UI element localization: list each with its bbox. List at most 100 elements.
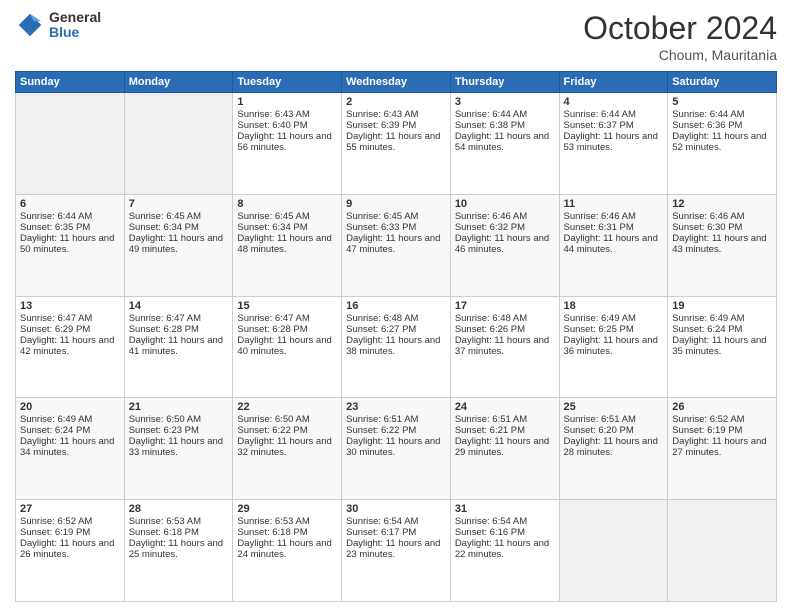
logo-blue-text: Blue	[49, 25, 101, 40]
daylight-text: Daylight: 11 hours and 56 minutes.	[237, 131, 337, 153]
day-number: 17	[455, 300, 555, 312]
calendar-cell: 31Sunrise: 6:54 AMSunset: 6:16 PMDayligh…	[450, 500, 559, 602]
sunrise-text: Sunrise: 6:46 AM	[455, 211, 555, 222]
sunrise-text: Sunrise: 6:45 AM	[129, 211, 229, 222]
daylight-text: Daylight: 11 hours and 30 minutes.	[346, 436, 446, 458]
sunrise-text: Sunrise: 6:49 AM	[20, 414, 120, 425]
daylight-text: Daylight: 11 hours and 35 minutes.	[672, 335, 772, 357]
sunset-text: Sunset: 6:30 PM	[672, 222, 772, 233]
calendar-cell	[668, 500, 777, 602]
sunrise-text: Sunrise: 6:50 AM	[237, 414, 337, 425]
sunset-text: Sunset: 6:33 PM	[346, 222, 446, 233]
calendar-cell: 8Sunrise: 6:45 AMSunset: 6:34 PMDaylight…	[233, 194, 342, 296]
sunset-text: Sunset: 6:32 PM	[455, 222, 555, 233]
sunset-text: Sunset: 6:31 PM	[564, 222, 664, 233]
logo-general-text: General	[49, 10, 101, 25]
day-number: 5	[672, 96, 772, 108]
sunset-text: Sunset: 6:21 PM	[455, 425, 555, 436]
calendar-cell: 9Sunrise: 6:45 AMSunset: 6:33 PMDaylight…	[342, 194, 451, 296]
calendar-cell: 26Sunrise: 6:52 AMSunset: 6:19 PMDayligh…	[668, 398, 777, 500]
day-number: 29	[237, 503, 337, 515]
daylight-text: Daylight: 11 hours and 37 minutes.	[455, 335, 555, 357]
daylight-text: Daylight: 11 hours and 44 minutes.	[564, 233, 664, 255]
calendar-cell: 18Sunrise: 6:49 AMSunset: 6:25 PMDayligh…	[559, 296, 668, 398]
calendar-cell: 23Sunrise: 6:51 AMSunset: 6:22 PMDayligh…	[342, 398, 451, 500]
calendar-cell: 19Sunrise: 6:49 AMSunset: 6:24 PMDayligh…	[668, 296, 777, 398]
sunrise-text: Sunrise: 6:52 AM	[20, 516, 120, 527]
location: Choum, Mauritania	[583, 47, 777, 63]
daylight-text: Daylight: 11 hours and 49 minutes.	[129, 233, 229, 255]
calendar-cell: 30Sunrise: 6:54 AMSunset: 6:17 PMDayligh…	[342, 500, 451, 602]
calendar-cell: 7Sunrise: 6:45 AMSunset: 6:34 PMDaylight…	[124, 194, 233, 296]
day-number: 14	[129, 300, 229, 312]
daylight-text: Daylight: 11 hours and 42 minutes.	[20, 335, 120, 357]
weekday-header: Saturday	[668, 72, 777, 93]
weekday-header: Friday	[559, 72, 668, 93]
calendar-cell: 24Sunrise: 6:51 AMSunset: 6:21 PMDayligh…	[450, 398, 559, 500]
sunset-text: Sunset: 6:20 PM	[564, 425, 664, 436]
sunrise-text: Sunrise: 6:54 AM	[455, 516, 555, 527]
daylight-text: Daylight: 11 hours and 50 minutes.	[20, 233, 120, 255]
calendar-cell	[124, 93, 233, 195]
sunrise-text: Sunrise: 6:45 AM	[346, 211, 446, 222]
calendar-cell	[559, 500, 668, 602]
calendar-cell: 5Sunrise: 6:44 AMSunset: 6:36 PMDaylight…	[668, 93, 777, 195]
sunset-text: Sunset: 6:18 PM	[237, 527, 337, 538]
sunset-text: Sunset: 6:23 PM	[129, 425, 229, 436]
calendar-cell: 20Sunrise: 6:49 AMSunset: 6:24 PMDayligh…	[16, 398, 125, 500]
day-number: 30	[346, 503, 446, 515]
daylight-text: Daylight: 11 hours and 28 minutes.	[564, 436, 664, 458]
daylight-text: Daylight: 11 hours and 24 minutes.	[237, 538, 337, 560]
sunset-text: Sunset: 6:29 PM	[20, 324, 120, 335]
daylight-text: Daylight: 11 hours and 46 minutes.	[455, 233, 555, 255]
sunrise-text: Sunrise: 6:46 AM	[672, 211, 772, 222]
calendar-cell: 15Sunrise: 6:47 AMSunset: 6:28 PMDayligh…	[233, 296, 342, 398]
day-number: 13	[20, 300, 120, 312]
calendar-cell	[16, 93, 125, 195]
day-number: 27	[20, 503, 120, 515]
sunrise-text: Sunrise: 6:54 AM	[346, 516, 446, 527]
calendar-week-row: 20Sunrise: 6:49 AMSunset: 6:24 PMDayligh…	[16, 398, 777, 500]
day-number: 23	[346, 401, 446, 413]
sunrise-text: Sunrise: 6:47 AM	[237, 313, 337, 324]
calendar-cell: 14Sunrise: 6:47 AMSunset: 6:28 PMDayligh…	[124, 296, 233, 398]
day-number: 26	[672, 401, 772, 413]
sunrise-text: Sunrise: 6:43 AM	[346, 109, 446, 120]
daylight-text: Daylight: 11 hours and 48 minutes.	[237, 233, 337, 255]
sunset-text: Sunset: 6:19 PM	[20, 527, 120, 538]
sunrise-text: Sunrise: 6:47 AM	[20, 313, 120, 324]
weekday-header: Sunday	[16, 72, 125, 93]
month-title: October 2024	[583, 10, 777, 47]
daylight-text: Daylight: 11 hours and 55 minutes.	[346, 131, 446, 153]
day-number: 1	[237, 96, 337, 108]
sunrise-text: Sunrise: 6:45 AM	[237, 211, 337, 222]
day-number: 15	[237, 300, 337, 312]
logo: General Blue	[15, 10, 101, 41]
calendar-cell: 3Sunrise: 6:44 AMSunset: 6:38 PMDaylight…	[450, 93, 559, 195]
sunrise-text: Sunrise: 6:44 AM	[455, 109, 555, 120]
header: General Blue October 2024 Choum, Maurita…	[15, 10, 777, 63]
logo-icon	[15, 10, 45, 40]
day-number: 9	[346, 198, 446, 210]
sunrise-text: Sunrise: 6:51 AM	[346, 414, 446, 425]
calendar-cell: 22Sunrise: 6:50 AMSunset: 6:22 PMDayligh…	[233, 398, 342, 500]
daylight-text: Daylight: 11 hours and 27 minutes.	[672, 436, 772, 458]
calendar-week-row: 6Sunrise: 6:44 AMSunset: 6:35 PMDaylight…	[16, 194, 777, 296]
sunrise-text: Sunrise: 6:49 AM	[672, 313, 772, 324]
daylight-text: Daylight: 11 hours and 34 minutes.	[20, 436, 120, 458]
sunrise-text: Sunrise: 6:43 AM	[237, 109, 337, 120]
calendar-cell: 16Sunrise: 6:48 AMSunset: 6:27 PMDayligh…	[342, 296, 451, 398]
daylight-text: Daylight: 11 hours and 33 minutes.	[129, 436, 229, 458]
sunset-text: Sunset: 6:24 PM	[672, 324, 772, 335]
daylight-text: Daylight: 11 hours and 52 minutes.	[672, 131, 772, 153]
day-number: 8	[237, 198, 337, 210]
calendar-cell: 6Sunrise: 6:44 AMSunset: 6:35 PMDaylight…	[16, 194, 125, 296]
sunrise-text: Sunrise: 6:52 AM	[672, 414, 772, 425]
calendar-cell: 10Sunrise: 6:46 AMSunset: 6:32 PMDayligh…	[450, 194, 559, 296]
calendar-cell: 13Sunrise: 6:47 AMSunset: 6:29 PMDayligh…	[16, 296, 125, 398]
sunrise-text: Sunrise: 6:46 AM	[564, 211, 664, 222]
calendar-cell: 12Sunrise: 6:46 AMSunset: 6:30 PMDayligh…	[668, 194, 777, 296]
daylight-text: Daylight: 11 hours and 23 minutes.	[346, 538, 446, 560]
calendar-week-row: 13Sunrise: 6:47 AMSunset: 6:29 PMDayligh…	[16, 296, 777, 398]
sunset-text: Sunset: 6:27 PM	[346, 324, 446, 335]
